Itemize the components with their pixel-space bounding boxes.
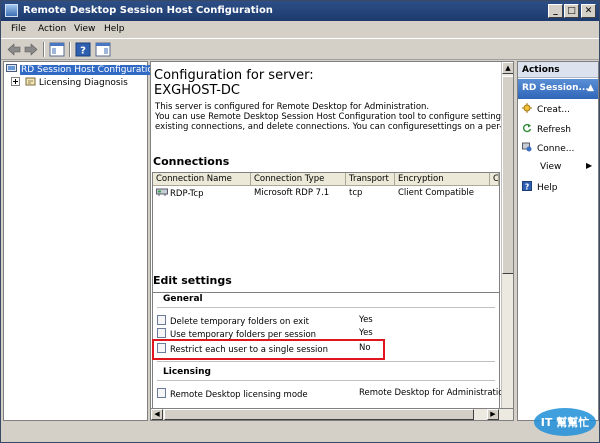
column-transport[interactable]: Transport xyxy=(346,173,395,186)
menu-bar: File Action View Help xyxy=(1,21,599,38)
connection-name: RDP-Tcp xyxy=(170,189,204,199)
create-connection-icon xyxy=(522,103,532,113)
description-line: This server is configured for Remote Des… xyxy=(155,102,430,112)
app-icon xyxy=(5,4,18,17)
divider xyxy=(157,307,495,308)
column-encryption[interactable]: Encryption xyxy=(395,173,490,186)
setting-value: Yes xyxy=(359,328,373,338)
window-title: Remote Desktop Session Host Configuratio… xyxy=(23,5,273,16)
back-arrow-icon[interactable] xyxy=(6,42,22,57)
app-window: Remote Desktop Session Host Configuratio… xyxy=(0,0,600,443)
menu-file[interactable]: File xyxy=(11,24,26,34)
connections-heading: Connections xyxy=(153,155,230,168)
setting-icon xyxy=(157,315,166,325)
expand-plus-icon[interactable] xyxy=(11,77,20,86)
refresh-icon xyxy=(522,123,532,133)
maximize-button[interactable]: □ xyxy=(564,4,579,18)
action-connection[interactable]: Conne... xyxy=(522,142,574,154)
setting-value: Remote Desktop for Administration xyxy=(359,388,509,398)
collapse-up-icon[interactable]: ▲ xyxy=(587,83,594,93)
action-label: Help xyxy=(537,183,558,193)
it-watermark-logo: IT 幫幫忙 xyxy=(534,408,596,436)
actions-heading: Actions xyxy=(518,62,598,78)
setting-label: Remote Desktop licensing mode xyxy=(170,390,308,400)
server-config-icon xyxy=(6,64,17,72)
tree-item-label: RD Session Host Configuration xyxy=(20,65,160,75)
tree-item-rd-session-host[interactable]: RD Session Host Configuration xyxy=(6,64,160,76)
connection-encryption: Client Compatible xyxy=(398,188,475,198)
console-tree: RD Session Host Configuration Licensing … xyxy=(3,61,160,421)
actions-group-header[interactable]: RD Session... ▲ xyxy=(518,79,598,99)
licensing-icon xyxy=(25,77,36,86)
connection-transport: tcp xyxy=(349,188,363,198)
help-icon: ? xyxy=(522,181,532,191)
close-button[interactable]: ✕ xyxy=(581,4,596,18)
scroll-up-icon[interactable]: ▲ xyxy=(502,62,513,74)
menu-view[interactable]: View xyxy=(74,24,95,34)
column-connection-name[interactable]: Connection Name xyxy=(153,173,251,186)
connection-type: Microsoft RDP 7.1 xyxy=(254,188,330,198)
general-group-heading: General xyxy=(163,294,203,304)
title-bar[interactable]: Remote Desktop Session Host Configuratio… xyxy=(1,1,599,21)
edit-settings-heading: Edit settings xyxy=(153,274,232,287)
scroll-right-icon[interactable]: ▶ xyxy=(487,409,499,420)
action-label: Conne... xyxy=(537,144,575,154)
action-label: Creat... xyxy=(537,105,570,115)
details-pane: Configuration for server: EXGHOST-DC Thi… xyxy=(150,61,514,421)
server-name: EXGHOST-DC xyxy=(154,83,240,98)
minimize-button[interactable]: _ xyxy=(548,4,563,18)
scroll-left-icon[interactable]: ◀ xyxy=(151,409,163,420)
actions-pane: Actions RD Session... ▲ Creat... Refresh… xyxy=(517,61,599,421)
actions-group-label: RD Session... xyxy=(522,83,589,93)
setting-icon xyxy=(157,328,166,338)
toolbar-separator xyxy=(69,42,71,57)
setting-label: Delete temporary folders on exit xyxy=(170,317,309,327)
description-line: You can use Remote Desktop Session Host … xyxy=(155,112,514,122)
connection-icon xyxy=(156,188,168,196)
show-hide-tree-icon[interactable] xyxy=(49,42,65,57)
action-label: Refresh xyxy=(537,125,571,135)
action-help[interactable]: ? Help xyxy=(522,181,558,193)
setting-value: Yes xyxy=(359,315,373,325)
setting-delete-temp-folders[interactable]: Delete temporary folders on exit xyxy=(157,315,309,327)
properties-icon[interactable] xyxy=(95,42,111,57)
licensing-group-heading: Licensing xyxy=(163,367,211,377)
horizontal-scrollbar[interactable]: ◀ ▶ xyxy=(150,408,514,421)
vertical-scrollbar[interactable]: ▲ ▼ xyxy=(501,62,513,420)
page-title: Configuration for server: xyxy=(154,68,314,83)
svg-text:?: ? xyxy=(525,182,529,191)
action-label: View xyxy=(540,162,562,172)
scroll-thumb[interactable] xyxy=(164,409,474,420)
action-create[interactable]: Creat... xyxy=(522,103,570,115)
tree-item-label: Licensing Diagnosis xyxy=(38,78,128,88)
divider xyxy=(157,380,495,381)
setting-licensing-mode[interactable]: Remote Desktop licensing mode xyxy=(157,388,308,400)
column-connection-type[interactable]: Connection Type xyxy=(251,173,346,186)
tree-item-licensing-diagnosis[interactable]: Licensing Diagnosis xyxy=(11,77,128,89)
svg-text:?: ? xyxy=(80,46,86,57)
list-header: Connection Name Connection Type Transpor… xyxy=(153,173,499,186)
connection-settings-icon xyxy=(522,142,532,152)
menu-action[interactable]: Action xyxy=(38,24,66,34)
toolbar: ? xyxy=(1,38,599,60)
menu-help[interactable]: Help xyxy=(104,24,125,34)
scroll-thumb[interactable] xyxy=(502,76,513,274)
divider xyxy=(157,361,495,362)
view-submenu-arrow-icon[interactable]: ▶ xyxy=(586,161,592,170)
column-c[interactable]: C xyxy=(490,173,499,186)
setting-icon xyxy=(157,388,166,398)
forward-arrow-icon[interactable] xyxy=(23,42,39,57)
help-icon[interactable]: ? xyxy=(75,42,91,57)
action-view[interactable]: View xyxy=(540,162,561,172)
action-refresh[interactable]: Refresh xyxy=(522,123,571,135)
highlight-annotation-box xyxy=(152,339,385,360)
watermark-text: IT 幫幫忙 xyxy=(541,415,589,429)
description-line: existing connections, and delete connect… xyxy=(155,122,514,132)
connection-name-cell: RDP-Tcp xyxy=(156,188,204,199)
toolbar-separator xyxy=(43,42,45,57)
